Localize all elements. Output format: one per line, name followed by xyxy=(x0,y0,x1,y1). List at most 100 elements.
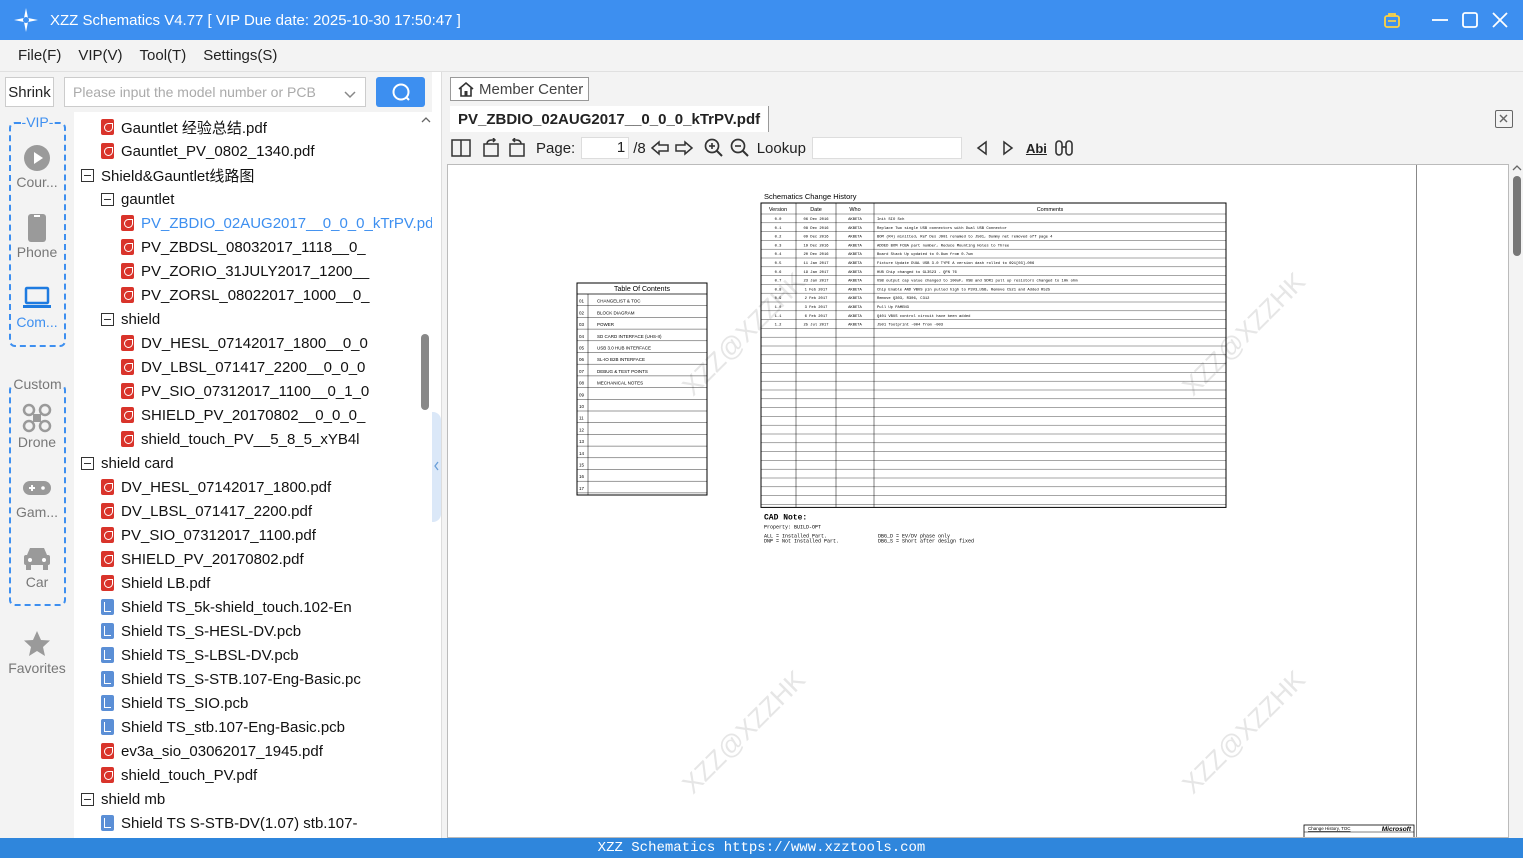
tree-file[interactable]: SHIELD_PV_20170802__0_0_0_ xyxy=(121,403,365,427)
find-previous-icon[interactable] xyxy=(974,136,990,160)
binoculars-icon[interactable] xyxy=(1053,136,1075,160)
tree-file[interactable]: SHIELD_PV_20170802.pdf xyxy=(101,547,304,571)
collapse-icon xyxy=(101,312,114,326)
history-version: 0.9 xyxy=(775,297,783,301)
tree-file[interactable]: DV_HESL_07142017_1800.pdf xyxy=(101,475,331,499)
collapse-handle[interactable] xyxy=(432,412,441,522)
history-comment: ADDED BOM FCBA part number, Reduce Mount… xyxy=(877,243,1010,248)
tree-item-label: Shield TS_SIO.pcb xyxy=(121,694,249,712)
tree-file[interactable]: Gauntlet 经验总结.pdf xyxy=(101,115,267,139)
history-comment: Remove Q303, R306, C312 xyxy=(877,297,930,301)
close-button[interactable] xyxy=(1491,6,1509,34)
document-viewport[interactable]: XZZ@XZZHK XZZ@XZZHK XZZ@XZZHK XZZ@XZZHK … xyxy=(447,164,1509,838)
tree-file[interactable]: DV_LBSL_071417_2200.pdf xyxy=(101,499,312,523)
shrink-button[interactable]: Shrink xyxy=(5,77,54,107)
tree-item-label: DV_LBSL_071417_2200__0_0_0 xyxy=(141,358,366,376)
toc-row-number: 11 xyxy=(579,416,584,421)
tree-item-label: DV_HESL_07142017_1800__0_0 xyxy=(141,334,368,352)
document-scroll-thumb[interactable] xyxy=(1513,176,1521,256)
zoom-out-icon[interactable] xyxy=(729,136,751,160)
category-favorites[interactable]: Favorites xyxy=(0,628,74,676)
tree-item-label: Shield TS_S-HESL-DV.pcb xyxy=(121,622,302,640)
tree-item-label: PV_ZBDIO_02AUG2017__0_0_0_kTrPV.pdf xyxy=(141,214,432,232)
tree-file[interactable]: shield_touch_PV__5_8_5_xYB4l xyxy=(121,427,360,451)
car-icon xyxy=(0,542,74,574)
category-computer[interactable]: Com... xyxy=(0,282,74,330)
tree-file[interactable]: shield_touch_PV.pdf xyxy=(101,763,257,787)
zoom-in-icon[interactable] xyxy=(703,136,725,160)
tree-file[interactable]: Shield TS_5k-shield_touch.102-En xyxy=(101,595,352,619)
tree-scrollbar[interactable] xyxy=(419,112,432,838)
previous-page-icon[interactable] xyxy=(649,136,671,160)
tree-item-label: shield mb xyxy=(101,790,166,808)
close-document-icon[interactable] xyxy=(1495,110,1513,128)
tree-file[interactable]: Gauntlet_PV_0802_1340.pdf xyxy=(101,139,315,163)
tree-file[interactable]: ev3a_sio_03062017_1945.pdf xyxy=(101,739,323,763)
history-version: 0.7 xyxy=(775,280,782,284)
history-version: 0.4 xyxy=(775,253,783,257)
tree-item-label: SHIELD_PV_20170802.pdf xyxy=(121,550,304,568)
pdf-file-icon xyxy=(101,143,114,159)
tree-file[interactable]: DV_LBSL_071417_2200__0_0_0 xyxy=(121,355,365,379)
tree-file[interactable]: PV_SIO_07312017_1100__0_1_0 xyxy=(121,379,369,403)
tree-file[interactable]: PV_ZORIO_31JULY2017_1200__ xyxy=(121,259,369,283)
tree-file[interactable]: Shield LB.pdf xyxy=(101,571,210,595)
page-number-input[interactable]: 1 xyxy=(581,137,630,159)
pcb-file-icon xyxy=(101,671,114,687)
rotate-right-icon[interactable] xyxy=(506,136,528,160)
tree-file[interactable]: Shield TS_stb.107-Eng-Basic.pcb xyxy=(101,715,345,739)
tree-folder[interactable]: Shield&Gauntlet线路图 xyxy=(81,163,254,187)
category-courses[interactable]: Cour... xyxy=(0,142,74,190)
panel-splitter[interactable] xyxy=(432,112,441,838)
history-comment: Fixture Update DUAL USB 3.0 TYPE A versi… xyxy=(877,261,1035,266)
tree-folder[interactable]: gauntlet xyxy=(101,187,174,211)
toc-row-title: SD CARD INTERFACE (UHS-II) xyxy=(597,334,662,339)
history-version: 0.0 xyxy=(775,218,783,222)
category-car[interactable]: Car xyxy=(0,542,74,590)
category-games[interactable]: Gam... xyxy=(0,472,74,520)
toc-row-number: 01 xyxy=(579,299,585,304)
tree-file[interactable]: PV_ZBDIO_02AUG2017__0_0_0_kTrPV.pdf xyxy=(121,211,432,235)
member-center-button[interactable]: Member Center xyxy=(450,77,589,101)
document-tab[interactable]: PV_ZBDIO_02AUG2017__0_0_0_kTrPV.pdf xyxy=(450,106,770,132)
menu-file[interactable]: File(F) xyxy=(18,47,61,64)
tree-folder[interactable]: shield xyxy=(101,307,160,331)
maximize-button[interactable] xyxy=(1461,6,1479,34)
category-drone[interactable]: Drone xyxy=(0,402,74,450)
search-button[interactable] xyxy=(376,77,425,107)
minimize-button[interactable] xyxy=(1431,6,1449,34)
tree-file[interactable]: Shield TS_S-LBSL-DV.pcb xyxy=(101,643,299,667)
document-scrollbar[interactable] xyxy=(1510,164,1523,838)
lookup-input[interactable] xyxy=(811,137,962,159)
find-next-icon[interactable] xyxy=(1000,136,1016,160)
toggle-sidebar-icon[interactable] xyxy=(450,136,472,160)
tree-folder[interactable]: shield card xyxy=(81,451,174,475)
vip-bag-icon[interactable] xyxy=(1383,6,1401,34)
tree-file[interactable]: PV_SIO_07312017_1100.pdf xyxy=(101,523,316,547)
pdf-file-icon xyxy=(101,767,114,783)
tree-folder[interactable]: shield mb xyxy=(81,787,165,811)
next-page-icon[interactable] xyxy=(673,136,695,160)
category-label: Car xyxy=(25,574,49,590)
match-case-toggle[interactable]: Abi xyxy=(1026,141,1047,156)
search-input[interactable] xyxy=(73,84,333,100)
category-phone[interactable]: Phone xyxy=(0,212,74,260)
home-icon xyxy=(458,81,474,97)
menu-settings[interactable]: Settings(S) xyxy=(203,47,277,64)
tree-file[interactable]: Shield TS S-STB-DV(1.07) stb.107- xyxy=(101,811,357,835)
tree-file[interactable]: Shield TS_S-STB.107-Eng-Basic.pc xyxy=(101,667,361,691)
tree-file[interactable]: Shield TS_S-HESL-DV.pcb xyxy=(101,619,301,643)
toc-row-title: SL-IO B2B INTERFACE xyxy=(597,357,645,362)
tree-scroll-thumb[interactable] xyxy=(421,334,429,410)
rotate-left-icon[interactable] xyxy=(480,136,502,160)
search-box[interactable] xyxy=(64,77,366,107)
pdf-file-icon xyxy=(101,527,114,543)
category-sidebar: -VIP- Cour... Phone Com... Custom Drone … xyxy=(0,112,74,838)
tree-file[interactable]: Shield TS_SIO.pcb xyxy=(101,691,248,715)
menu-tool[interactable]: Tool(T) xyxy=(140,47,187,64)
chevron-down-icon[interactable] xyxy=(344,87,356,103)
tree-file[interactable]: PV_ZBDSL_08032017_1118__0_ xyxy=(121,235,366,259)
tree-file[interactable]: PV_ZORSL_08022017_1000__0_ xyxy=(121,283,370,307)
tree-file[interactable]: DV_HESL_07142017_1800__0_0 xyxy=(121,331,368,355)
menu-vip[interactable]: VIP(V) xyxy=(78,47,122,64)
